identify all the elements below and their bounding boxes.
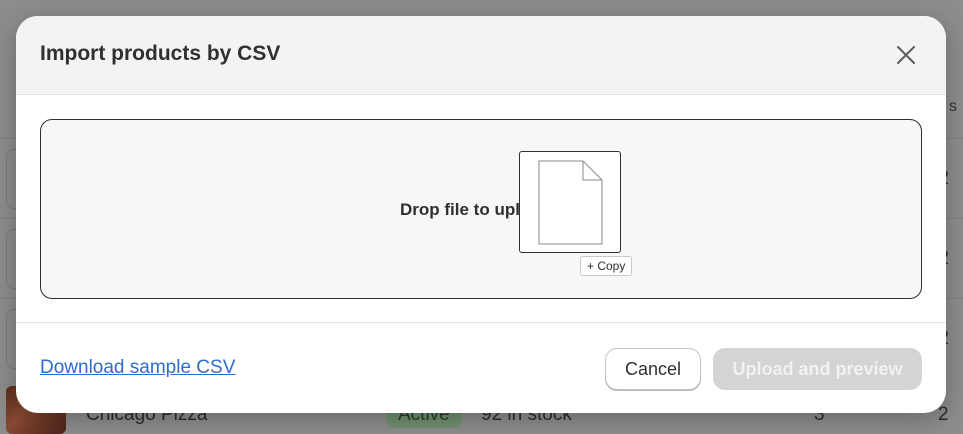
cancel-button[interactable]: Cancel <box>605 348 701 390</box>
modal-header: Import products by CSV <box>16 16 946 95</box>
close-icon <box>897 46 915 64</box>
download-sample-csv-link[interactable]: Download sample CSV <box>40 357 235 379</box>
close-button[interactable] <box>894 43 918 67</box>
dropzone-text: Drop file to upload <box>400 200 522 219</box>
column-header-fragment: s <box>949 98 957 115</box>
copy-drag-indicator: + Copy <box>580 256 633 276</box>
modal-title: Import products by CSV <box>40 42 281 65</box>
upload-and-preview-button[interactable]: Upload and preview <box>713 348 922 390</box>
dragged-file-preview <box>519 151 621 253</box>
file-icon <box>538 160 603 245</box>
